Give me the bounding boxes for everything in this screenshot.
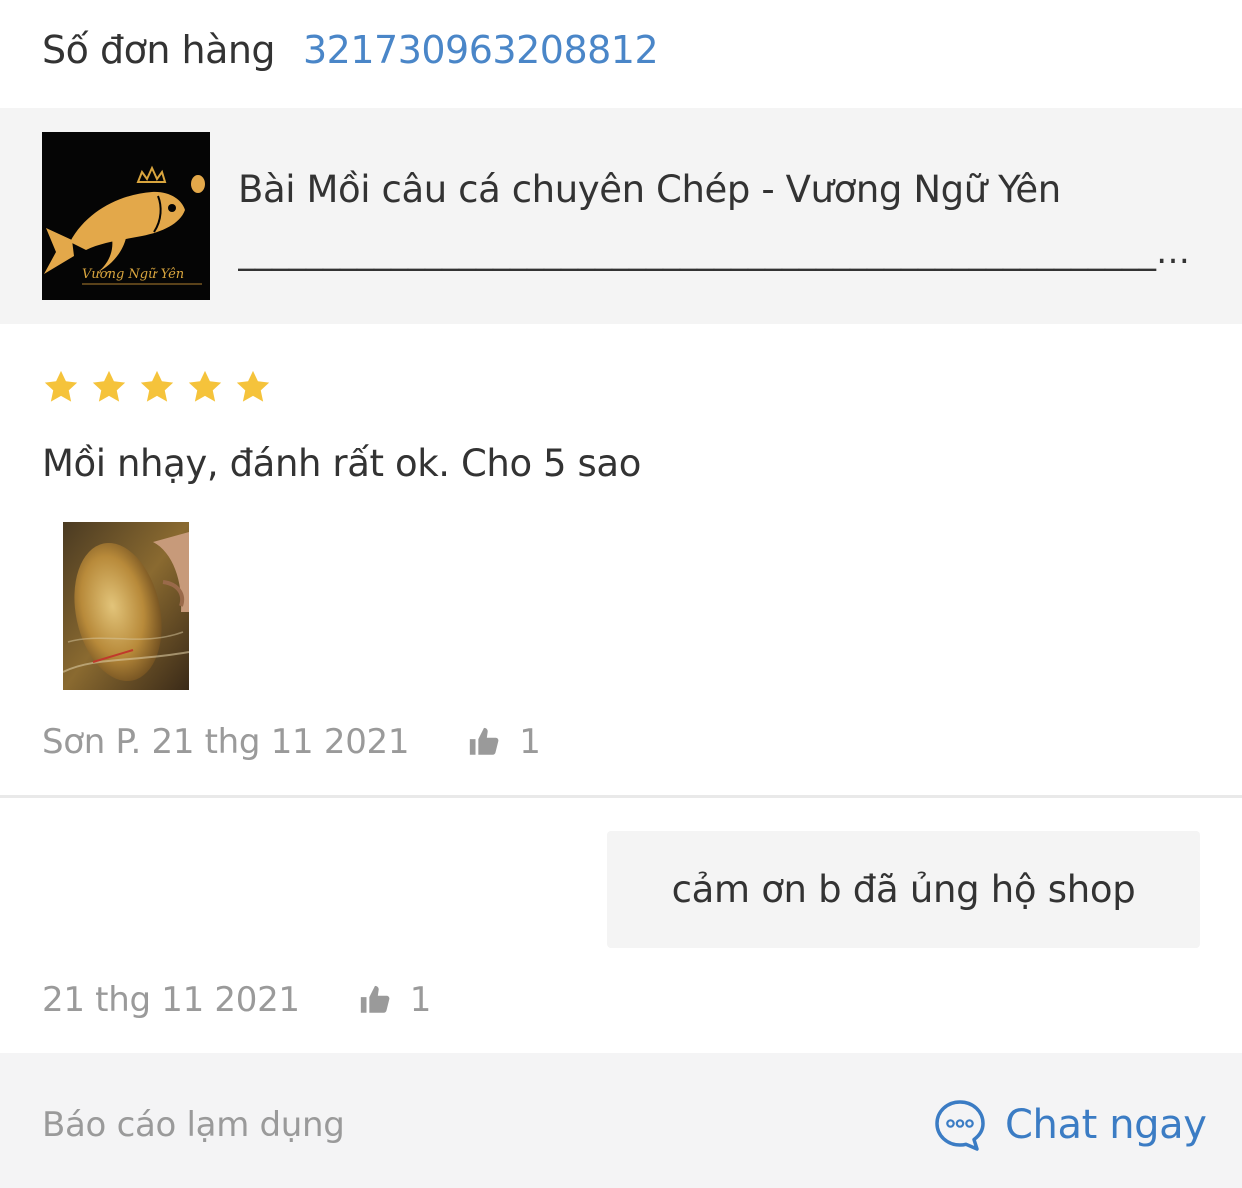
svg-text:Vương Ngữ Yên: Vương Ngữ Yên <box>82 267 184 282</box>
product-thumbnail[interactable]: Vương Ngữ Yên <box>42 132 210 300</box>
review-detail-page: Số đơn hàng 321730963208812 Vương Ngữ Yê… <box>0 0 1242 1188</box>
review-like-button[interactable]: 1 <box>467 722 541 762</box>
golden-fish-logo-icon: Vương Ngữ Yên <box>42 132 210 300</box>
review-like-count: 1 <box>519 722 541 762</box>
order-number-row: Số đơn hàng 321730963208812 <box>0 0 1242 108</box>
footer-bar: Báo cáo lạm dụng Chat ngay <box>0 1053 1242 1188</box>
star-icon <box>140 370 174 402</box>
order-number-label: Số đơn hàng <box>42 28 276 72</box>
review-photo[interactable] <box>63 522 189 690</box>
reply-meta: 21 thg 11 2021 1 <box>42 980 431 1020</box>
product-row[interactable]: Vương Ngữ Yên Bài Mồi câu cá chuyên Chép… <box>0 108 1242 324</box>
review-date: 21 thg 11 2021 <box>151 722 410 762</box>
rating-stars <box>42 368 272 406</box>
product-title: Bài Mồi câu cá chuyên Chép - Vương Ngữ Y… <box>238 168 1061 211</box>
reply-date: 21 thg 11 2021 <box>42 980 300 1020</box>
review-text: Mồi nhạy, đánh rất ok. Cho 5 sao <box>42 442 641 485</box>
product-description: ________________________________________… <box>238 232 1193 272</box>
report-abuse-link[interactable]: Báo cáo lạm dụng <box>42 1105 345 1145</box>
thumbs-up-icon <box>360 985 390 1013</box>
star-icon <box>188 370 222 402</box>
chat-now-label: Chat ngay <box>1005 1102 1207 1148</box>
star-icon <box>44 370 78 402</box>
caught-carp-photo-icon <box>63 522 189 690</box>
order-number-link[interactable]: 321730963208812 <box>303 28 659 72</box>
reply-like-button[interactable]: 1 <box>358 980 431 1020</box>
chat-bubble-icon <box>935 1100 985 1151</box>
star-icon <box>236 370 270 402</box>
seller-reply: cảm ơn b đã ủng hộ shop <box>607 831 1200 948</box>
review-author: Sơn P. <box>42 722 141 762</box>
thumbs-up-icon <box>470 727 499 755</box>
divider <box>0 795 1242 798</box>
chat-now-button[interactable]: Chat ngay <box>933 1097 1207 1153</box>
reply-like-count: 1 <box>409 980 432 1020</box>
star-icon <box>92 370 126 402</box>
seller-reply-text: cảm ơn b đã ủng hộ shop <box>671 868 1136 911</box>
review-meta: Sơn P. 21 thg 11 2021 1 <box>42 722 541 762</box>
